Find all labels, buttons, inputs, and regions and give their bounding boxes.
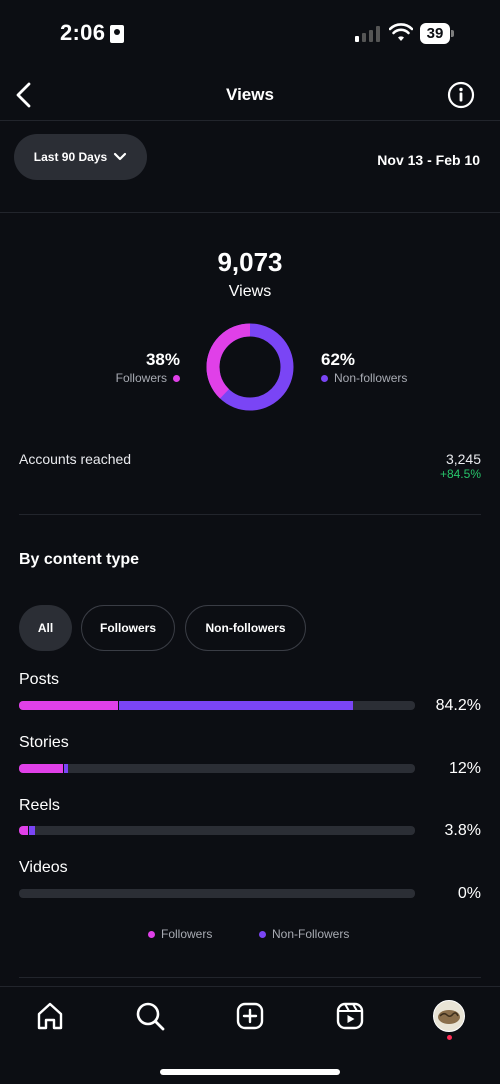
accounts-reached-label: Accounts reached bbox=[19, 451, 132, 467]
content-row-bar bbox=[19, 826, 415, 835]
content-type-title: By content type bbox=[19, 551, 140, 568]
bar-non-followers-segment bbox=[62, 764, 68, 773]
bar-followers-segment bbox=[19, 826, 29, 835]
bar-non-followers-segment bbox=[118, 701, 354, 710]
date-range-dropdown-label: Last 90 Days bbox=[33, 150, 108, 164]
profile-avatar[interactable] bbox=[433, 1000, 465, 1032]
bar-followers-segment bbox=[19, 701, 118, 710]
total-views-value: 9,073 bbox=[217, 247, 283, 277]
reels-icon[interactable] bbox=[334, 1000, 366, 1032]
content-row-percent: 3.8% bbox=[444, 822, 481, 839]
battery-indicator: 39 bbox=[420, 23, 450, 44]
total-views-label: Views bbox=[228, 283, 272, 300]
followers-dot-icon bbox=[173, 374, 180, 382]
home-indicator bbox=[160, 1069, 340, 1075]
tab-all[interactable]: All bbox=[19, 605, 72, 651]
id-card-icon bbox=[110, 25, 124, 43]
date-range-text: Nov 13 - Feb 10 bbox=[377, 152, 480, 168]
globe-map-icon bbox=[438, 1010, 460, 1024]
non-followers-dot-icon bbox=[321, 374, 328, 382]
accounts-reached-value: 3,245 bbox=[445, 451, 481, 467]
content-row-percent: 84.2% bbox=[435, 697, 481, 714]
content-row-bar bbox=[19, 764, 415, 773]
followers-donut-chart bbox=[206, 323, 294, 411]
content-row-percent: 0% bbox=[457, 885, 481, 902]
notification-dot bbox=[447, 1035, 452, 1040]
cellular-signal-icon bbox=[355, 26, 380, 42]
legend-non-followers: Non-Followers bbox=[259, 927, 349, 941]
page-title: Views bbox=[226, 85, 274, 104]
non-followers-percent: 62% bbox=[321, 350, 356, 369]
content-row-label: Videos bbox=[19, 859, 68, 876]
home-icon[interactable] bbox=[34, 1000, 66, 1032]
bar-followers-segment bbox=[19, 764, 63, 773]
followers-legend-label: Followers bbox=[115, 371, 167, 385]
followers-legend: Followers bbox=[116, 371, 180, 385]
non-followers-legend: Non-followers bbox=[321, 371, 407, 385]
content-row-percent: 12% bbox=[448, 760, 481, 777]
content-row-label: Stories bbox=[19, 734, 69, 751]
section-divider bbox=[19, 514, 481, 515]
tab-followers[interactable]: Followers bbox=[81, 605, 175, 651]
legend-divider bbox=[19, 977, 481, 978]
content-row-bar bbox=[19, 701, 415, 710]
chevron-down-icon bbox=[114, 152, 127, 161]
search-icon[interactable] bbox=[134, 1000, 166, 1032]
followers-percent: 38% bbox=[145, 350, 180, 369]
content-row-label: Reels bbox=[19, 797, 60, 814]
wifi-icon bbox=[389, 23, 413, 41]
non-followers-dot-icon bbox=[259, 930, 266, 938]
create-icon[interactable] bbox=[234, 1000, 266, 1032]
followers-dot-icon bbox=[148, 930, 155, 938]
battery-tip bbox=[451, 30, 454, 37]
tab-bar-divider bbox=[0, 986, 500, 987]
tab-non-followers[interactable]: Non-followers bbox=[185, 605, 306, 651]
info-icon[interactable] bbox=[447, 81, 475, 109]
non-followers-legend-label: Non-followers bbox=[334, 371, 408, 385]
date-range-dropdown[interactable]: Last 90 Days bbox=[14, 134, 147, 180]
legend-followers: Followers bbox=[148, 927, 212, 941]
filter-divider bbox=[0, 212, 500, 213]
legend-followers-label: Followers bbox=[161, 927, 213, 941]
content-row-label: Posts bbox=[19, 671, 60, 688]
content-row-bar bbox=[19, 889, 415, 898]
header-divider bbox=[0, 120, 500, 121]
accounts-reached-change: +84.5% bbox=[439, 467, 481, 481]
legend-non-followers-label: Non-Followers bbox=[272, 927, 350, 941]
bar-non-followers-segment bbox=[28, 826, 36, 835]
status-time: 2:06 bbox=[60, 20, 106, 45]
